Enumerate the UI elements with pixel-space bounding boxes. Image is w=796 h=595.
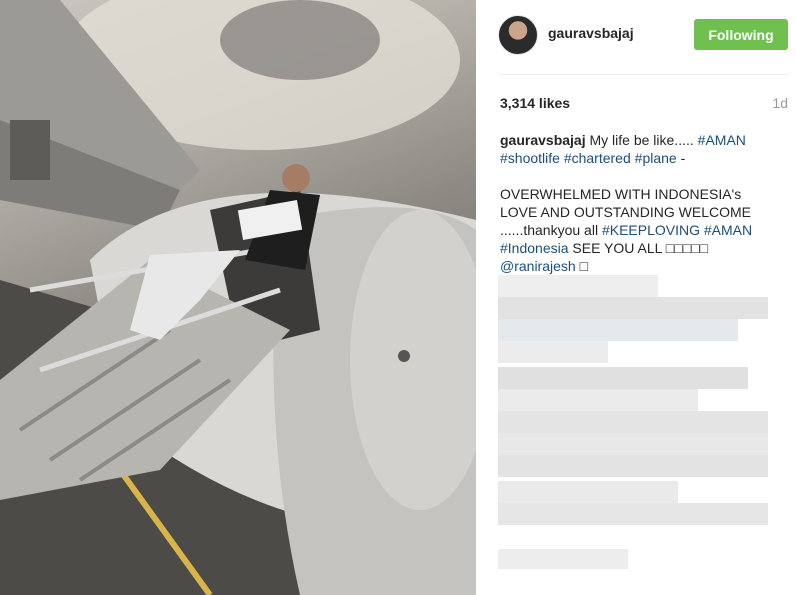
- hashtag-shootlife[interactable]: #shootlife: [500, 150, 560, 166]
- header-divider: [500, 74, 788, 75]
- caption: gauravsbajaj My life be like..... #AMAN …: [500, 131, 770, 275]
- caption-username-link[interactable]: gauravsbajaj: [500, 132, 586, 148]
- caption-text: □: [575, 258, 589, 274]
- hashtag-indonesia[interactable]: #Indonesia: [500, 240, 569, 256]
- username-link[interactable]: gauravsbajaj: [548, 25, 634, 41]
- caption-text: ......thankyou all: [500, 222, 602, 238]
- avatar[interactable]: [498, 15, 538, 55]
- airplane-stairs-photo: [0, 0, 476, 595]
- caption-dash: -: [676, 150, 686, 166]
- mention-link[interactable]: @ranirajesh: [500, 258, 576, 274]
- pixelated-comments: [494, 275, 774, 575]
- post-age[interactable]: 1d: [772, 95, 788, 111]
- hashtag-aman[interactable]: #AMAN: [698, 132, 746, 148]
- caption-text: My life be like.....: [585, 132, 698, 148]
- caption-line: OVERWHELMED WITH INDONESIA's: [500, 186, 742, 202]
- post-photo[interactable]: [0, 0, 476, 595]
- caption-line: LOVE AND OUTSTANDING WELCOME: [500, 204, 751, 220]
- post-detail-panel: gauravsbajaj Following 3,314 likes 1d ga…: [476, 0, 796, 595]
- hashtag-aman-2[interactable]: #AMAN: [704, 222, 752, 238]
- following-button[interactable]: Following: [694, 19, 788, 50]
- caption-text: SEE YOU ALL □□□□□: [568, 240, 709, 256]
- hashtag-chartered[interactable]: #chartered: [564, 150, 631, 166]
- post-header: gauravsbajaj Following: [476, 0, 796, 74]
- likes-count[interactable]: 3,314 likes: [500, 95, 570, 111]
- hashtag-plane[interactable]: #plane: [635, 150, 677, 166]
- hashtag-keeploving[interactable]: #KEEPLOVING: [602, 222, 700, 238]
